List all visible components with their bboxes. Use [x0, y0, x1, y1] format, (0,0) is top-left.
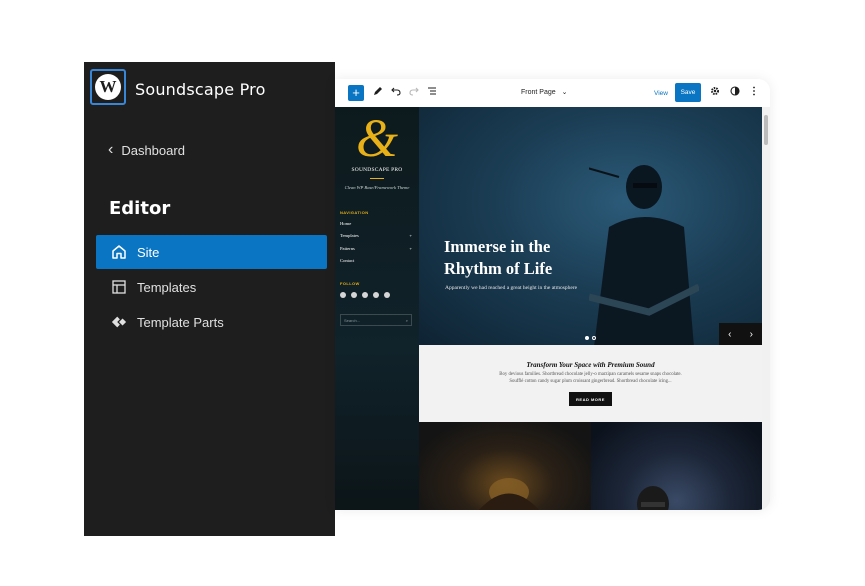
canvas-scrollbar[interactable] — [762, 107, 770, 510]
stage: W Soundscape Pro ‹ Dashboard Editor Site… — [0, 0, 865, 586]
redo-icon[interactable] — [409, 86, 419, 101]
layout-icon — [111, 279, 127, 295]
undo-icon[interactable] — [391, 86, 401, 101]
slider-prev-button[interactable]: ‹ — [719, 323, 741, 345]
editor-frame: + Front Page ⌄ View Save & SOUNDSCAPE PR… — [335, 79, 770, 510]
theme-menu-item[interactable]: Patterns + — [340, 246, 412, 258]
promo-text-line: Soufflé cotton candy sugar plum croissan… — [509, 379, 672, 384]
styles-icon[interactable] — [730, 86, 740, 101]
twitter-icon[interactable] — [351, 292, 357, 298]
theme-tagline: Clean WP Base/Framework Theme — [344, 185, 410, 190]
document-title: Front Page — [521, 89, 556, 96]
promo-section: Transform Your Space with Premium Sound … — [419, 345, 762, 422]
promo-title: Transform Your Space with Premium Sound — [526, 361, 655, 369]
guitarist-image — [479, 478, 539, 510]
submenu-toggle[interactable]: + — [409, 246, 412, 258]
social-links — [340, 292, 390, 298]
slider-next-button[interactable]: › — [741, 323, 763, 345]
theme-menu-item[interactable]: Home — [340, 221, 412, 233]
nav-item-label: Site — [137, 244, 160, 260]
view-button[interactable]: View — [654, 90, 668, 97]
hero-title-line1: Immerse in the — [444, 237, 551, 256]
promo-text-line: Boy devious families. Shortbread chocola… — [499, 372, 682, 377]
instagram-icon[interactable] — [373, 292, 379, 298]
youtube-icon[interactable] — [384, 292, 390, 298]
slider-dot[interactable] — [585, 336, 589, 340]
dashboard-label: Dashboard — [121, 142, 185, 158]
gear-icon[interactable] — [710, 86, 720, 101]
brand-divider — [370, 178, 384, 179]
nav-item-site[interactable]: Site — [96, 235, 327, 269]
hero-performer-image — [589, 165, 699, 345]
symbol-icon — [111, 314, 127, 330]
theme-logo: & — [355, 108, 398, 168]
gallery-image — [591, 422, 762, 510]
singer-image — [637, 486, 669, 510]
hero-title-line2: Rhythm of Life — [444, 259, 553, 278]
theme-menu-item[interactable]: Templates + — [340, 233, 412, 245]
pencil-icon[interactable] — [373, 86, 383, 101]
theme-menu: Home Templates + Patterns + Contact — [340, 221, 412, 270]
theme-menu-item[interactable]: Contact — [340, 258, 412, 270]
bluesky-icon[interactable] — [362, 292, 368, 298]
submenu-toggle[interactable]: + — [409, 233, 412, 245]
search-icon: ⌕ — [405, 318, 408, 323]
chevron-left-icon: ‹ — [108, 141, 114, 158]
theme-sidebar: & SOUNDSCAPE PRO Clean WP Base/Framework… — [335, 107, 419, 510]
hero-title: Immerse in the Rhythm of Life — [444, 236, 552, 280]
scrollbar-thumb[interactable] — [764, 115, 768, 145]
slider-dot[interactable] — [592, 336, 596, 340]
theme-brand: SOUNDSCAPE PRO — [351, 167, 403, 173]
facebook-icon[interactable] — [340, 292, 346, 298]
navigation-heading: NAVIGATION — [340, 210, 369, 215]
site-editor-sidebar: W Soundscape Pro ‹ Dashboard Editor Site… — [84, 62, 335, 536]
more-options-icon[interactable] — [752, 86, 756, 101]
save-button[interactable]: Save — [675, 83, 701, 102]
menu-label: Patterns — [340, 245, 355, 251]
nav-item-templates[interactable]: Templates — [96, 270, 327, 304]
chevron-down-icon: ⌄ — [561, 89, 568, 96]
follow-heading: FOLLOW — [340, 281, 360, 286]
home-icon — [111, 244, 127, 260]
hero-subtitle: Apparently we had reached a great height… — [445, 285, 578, 291]
menu-label: Home — [340, 221, 352, 226]
menu-label: Contact — [340, 257, 355, 263]
nav-item-template-parts[interactable]: Template Parts — [96, 305, 327, 339]
nav-item-label: Template Parts — [137, 314, 224, 330]
dashboard-back-link[interactable]: ‹ Dashboard — [108, 142, 185, 158]
search-placeholder: Search... — [344, 318, 361, 323]
list-view-icon[interactable] — [427, 86, 437, 101]
nav-item-label: Templates — [137, 279, 197, 295]
slider-dots — [585, 336, 596, 340]
editor-nav-list: Site Templates Template Parts — [96, 235, 327, 340]
editor-heading: Editor — [109, 198, 171, 219]
wordpress-icon: W — [95, 74, 121, 100]
read-more-button[interactable]: READ MORE — [569, 392, 612, 406]
editor-toolbar: + Front Page ⌄ View Save — [335, 79, 770, 107]
site-title: Soundscape Pro — [135, 80, 266, 99]
gallery-image — [419, 422, 591, 510]
wordpress-logo-button[interactable]: W — [90, 69, 126, 105]
theme-search-input[interactable]: Search... ⌕ — [340, 314, 412, 326]
document-title-dropdown[interactable]: Front Page ⌄ — [521, 88, 567, 96]
add-block-button[interactable]: + — [348, 85, 364, 101]
menu-label: Templates — [340, 233, 359, 239]
editor-canvas: & SOUNDSCAPE PRO Clean WP Base/Framework… — [335, 107, 770, 510]
slider-nav: ‹ › — [719, 323, 762, 345]
hero-slider: Immerse in the Rhythm of Life Apparently… — [419, 107, 762, 345]
